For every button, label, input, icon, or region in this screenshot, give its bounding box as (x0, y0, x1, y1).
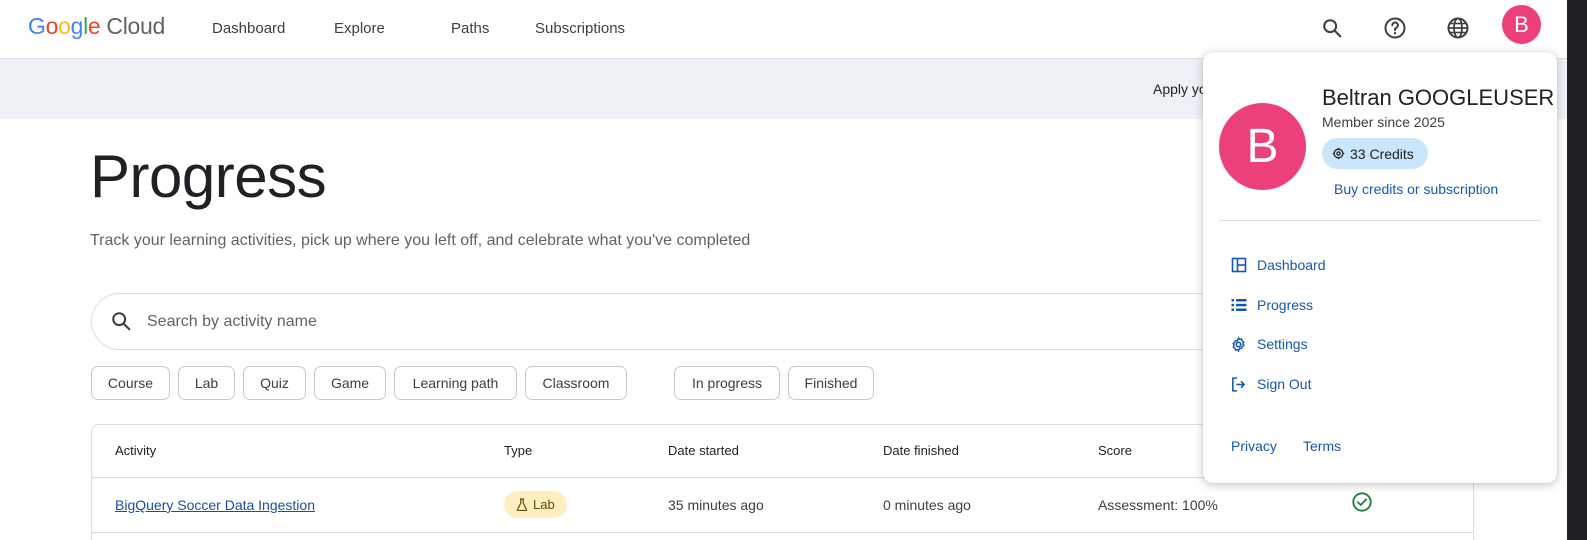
nav-link-subscriptions[interactable]: Subscriptions (535, 20, 625, 37)
menu-item-label: Progress (1257, 297, 1314, 313)
dashboard-icon (1230, 257, 1247, 274)
credits-label: 33 Credits (1350, 145, 1414, 162)
date-started-cell: 35 minutes ago (668, 497, 764, 513)
menu-divider (1219, 220, 1541, 221)
activity-search-input[interactable] (147, 308, 1047, 336)
type-badge-lab: Lab (504, 491, 567, 518)
type-label: Lab (533, 497, 555, 512)
search-icon (110, 310, 132, 337)
profile-name: Beltran GOOGLEUSER (1322, 85, 1555, 110)
window-edge (1567, 0, 1587, 540)
credits-badge: 33 Credits (1322, 138, 1428, 169)
filter-chip-learning-path[interactable]: Learning path (394, 366, 517, 400)
gear-icon (1230, 336, 1247, 353)
google-cloud-logo[interactable]: Google Cloud (28, 13, 165, 40)
flask-icon (516, 498, 528, 511)
filter-chip-lab[interactable]: Lab (178, 366, 235, 400)
menu-item-sign-out[interactable]: Sign Out (1230, 373, 1311, 395)
profile-avatar: B (1219, 103, 1306, 190)
member-since: Member since 2025 (1322, 114, 1445, 130)
privacy-link[interactable]: Privacy (1231, 438, 1277, 454)
nav-link-paths[interactable]: Paths (451, 20, 489, 37)
menu-item-label: Dashboard (1257, 257, 1326, 273)
column-header-score[interactable]: Score (1098, 443, 1132, 458)
check-circle-icon (1351, 491, 1373, 518)
nav-link-dashboard[interactable]: Dashboard (212, 20, 285, 37)
menu-item-label: Settings (1257, 336, 1308, 352)
filter-chip-classroom[interactable]: Classroom (525, 366, 627, 400)
column-header-date-started[interactable]: Date started (668, 443, 739, 458)
date-finished-cell: 0 minutes ago (883, 497, 971, 513)
top-nav: Google Cloud Dashboard Explore Paths Subs… (0, 0, 1587, 59)
menu-item-label: Sign Out (1257, 376, 1312, 392)
row-divider (92, 532, 1473, 533)
filter-chip-finished[interactable]: Finished (788, 366, 874, 400)
filter-chip-game[interactable]: Game (314, 366, 386, 400)
profile-menu: B Beltran GOOGLEUSER Member since 2025 3… (1203, 52, 1557, 483)
page-subtitle: Track your learning activities, pick up … (90, 232, 751, 249)
score-cell: Assessment: 100% (1098, 497, 1218, 513)
menu-item-dashboard[interactable]: Dashboard (1230, 254, 1326, 276)
column-header-activity[interactable]: Activity (115, 443, 156, 458)
sign-out-icon (1230, 376, 1247, 393)
globe-icon[interactable] (1444, 14, 1472, 42)
terms-link[interactable]: Terms (1303, 438, 1341, 454)
filter-chip-course[interactable]: Course (91, 366, 170, 400)
page-title: Progress (90, 143, 327, 210)
column-header-date-finished[interactable]: Date finished (883, 443, 959, 458)
account-avatar-button[interactable]: B (1502, 5, 1541, 44)
menu-item-progress[interactable]: Progress (1230, 294, 1313, 316)
buy-credits-link[interactable]: Buy credits or subscription (1334, 181, 1498, 197)
activity-search-bar[interactable] (91, 293, 1351, 350)
filter-chip-quiz[interactable]: Quiz (243, 366, 306, 400)
nav-link-explore[interactable]: Explore (334, 20, 385, 37)
filter-chip-in-progress[interactable]: In progress (674, 366, 780, 400)
help-icon[interactable] (1381, 14, 1409, 42)
column-header-type[interactable]: Type (504, 443, 532, 458)
activity-link[interactable]: BigQuery Soccer Data Ingestion (115, 497, 315, 513)
menu-item-settings[interactable]: Settings (1230, 333, 1308, 355)
banner-text: Apply yo (1153, 81, 1207, 97)
list-icon (1230, 297, 1247, 314)
credits-icon (1332, 147, 1345, 160)
search-icon[interactable] (1318, 14, 1346, 42)
